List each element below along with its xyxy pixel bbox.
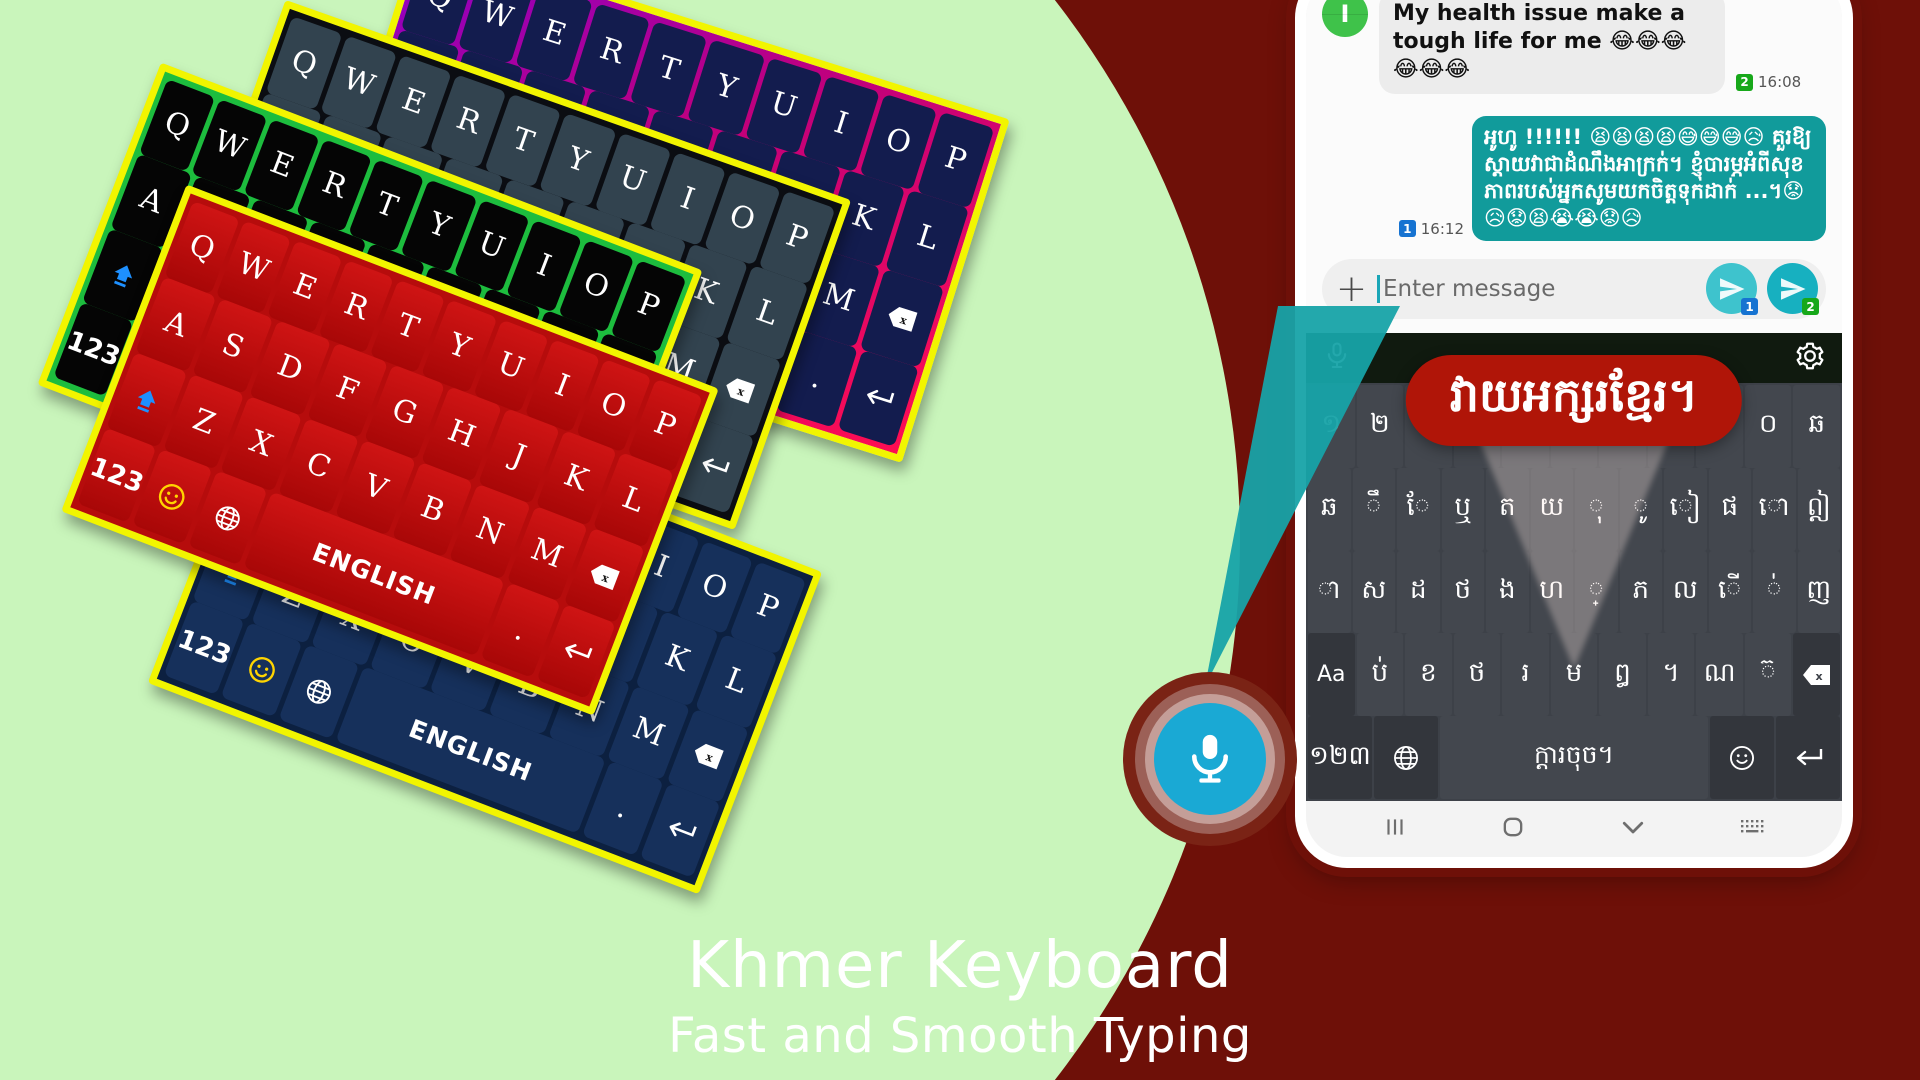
message-incoming: I My health issue make a tough life for …	[1322, 0, 1826, 95]
khmer-key[interactable]: ផ	[1708, 467, 1751, 551]
emoji-icon[interactable]	[1710, 716, 1775, 800]
message-bubble-outgoing[interactable]: អូហូ !!!!!! 😫😫😫😫😅😅😅😥 គួរឱ្យស្តាយវាជាដំណឹ…	[1472, 116, 1826, 241]
promo-banner: Q W E R T Y U I O P A S D F G H J K L Z	[0, 0, 1920, 1080]
khmer-key[interactable]: ត	[1486, 467, 1529, 551]
khmer-key[interactable]: ម	[1550, 633, 1598, 717]
android-nav-bar	[1306, 801, 1842, 857]
khmer-typing-popup: វាយអក្សរខ្មែរ។	[1405, 354, 1743, 446]
khmer-key[interactable]: ញ	[1797, 550, 1840, 634]
collapse-keyboard-icon[interactable]	[1618, 812, 1648, 846]
gear-icon[interactable]	[1794, 340, 1826, 376]
khmer-key[interactable]: ៊	[1744, 633, 1792, 717]
khmer-key[interactable]: ង	[1486, 550, 1529, 634]
khmer-key[interactable]: ោ	[1753, 467, 1796, 551]
globe-icon[interactable]	[1373, 716, 1438, 800]
spacebar-key[interactable]: ក្ដារចុច។	[1439, 716, 1709, 800]
khmer-key[interactable]: យ	[1530, 467, 1573, 551]
khmer-key[interactable]: ណ	[1696, 633, 1743, 717]
khmer-key[interactable]: រ	[1502, 633, 1549, 717]
sim-badge: 1	[1398, 220, 1416, 238]
voice-beam	[1205, 306, 1400, 686]
khmer-key[interactable]: ្	[1575, 550, 1618, 634]
send-button-sim2[interactable]: 2	[1767, 263, 1819, 316]
message-timestamp-outgoing: 1 16:12	[1398, 219, 1464, 241]
khmer-key[interactable]: ។	[1647, 633, 1695, 717]
mic-core	[1154, 703, 1266, 815]
message-bubble-incoming[interactable]: My health issue make a tough life for me…	[1379, 0, 1725, 95]
khmer-key[interactable]: ថ	[1441, 550, 1484, 634]
khmer-key[interactable]: ឬ	[1441, 467, 1484, 551]
khmer-key[interactable]: ៀ	[1664, 467, 1707, 551]
khmer-key[interactable]: ឆ	[1793, 384, 1841, 468]
send-badge-1: 1	[1741, 298, 1758, 316]
keyboard-row: ១២៣ ក្ដារចុច។	[1306, 716, 1842, 800]
khmer-key[interactable]: ហ	[1530, 550, 1573, 634]
khmer-key[interactable]: ឰ	[1599, 633, 1646, 717]
microphone-icon	[1191, 734, 1229, 783]
avatar: I	[1322, 0, 1368, 37]
khmer-key[interactable]: ល	[1664, 550, 1707, 634]
sim-badge: 2	[1736, 73, 1753, 91]
khmer-key[interactable]: ់	[1753, 550, 1796, 634]
enter-icon[interactable]	[1776, 716, 1841, 800]
khmer-key[interactable]: ថ	[1453, 633, 1501, 717]
message-timestamp-incoming: 2 16:08	[1736, 73, 1801, 94]
mic-ring-outer	[1135, 684, 1285, 834]
mic-ring-inner	[1145, 694, 1275, 824]
svg-text:x: x	[1815, 670, 1822, 683]
timestamp-text: 16:08	[1758, 73, 1802, 92]
message-outgoing: 1 16:12 អូហូ !!!!!! 😫😫😫😫😅😅😅😥 គួរឱ្យស្តាយ…	[1322, 116, 1826, 241]
home-icon[interactable]	[1499, 813, 1527, 845]
recents-icon[interactable]	[1382, 814, 1408, 844]
send-badge-2: 2	[1802, 298, 1819, 316]
khmer-key[interactable]: ុ	[1575, 467, 1618, 551]
khmer-key[interactable]: ូ	[1619, 467, 1662, 551]
send-button-sim1[interactable]: 1	[1706, 263, 1758, 316]
numeric-layout-key[interactable]: ១២៣	[1308, 716, 1372, 800]
chat-thread: I My health issue make a tough life for …	[1306, 0, 1842, 241]
timestamp-text: 16:12	[1420, 219, 1464, 238]
voice-input-button[interactable]	[1123, 672, 1297, 846]
backspace-icon[interactable]: x	[1793, 633, 1841, 717]
khmer-key[interactable]: ើ	[1708, 550, 1751, 634]
khmer-key[interactable]: ០	[1744, 384, 1792, 468]
khmer-key[interactable]: ឦ	[1797, 467, 1840, 551]
keyboard-switch-icon[interactable]	[1739, 816, 1767, 842]
khmer-key[interactable]: ភ	[1619, 550, 1662, 634]
